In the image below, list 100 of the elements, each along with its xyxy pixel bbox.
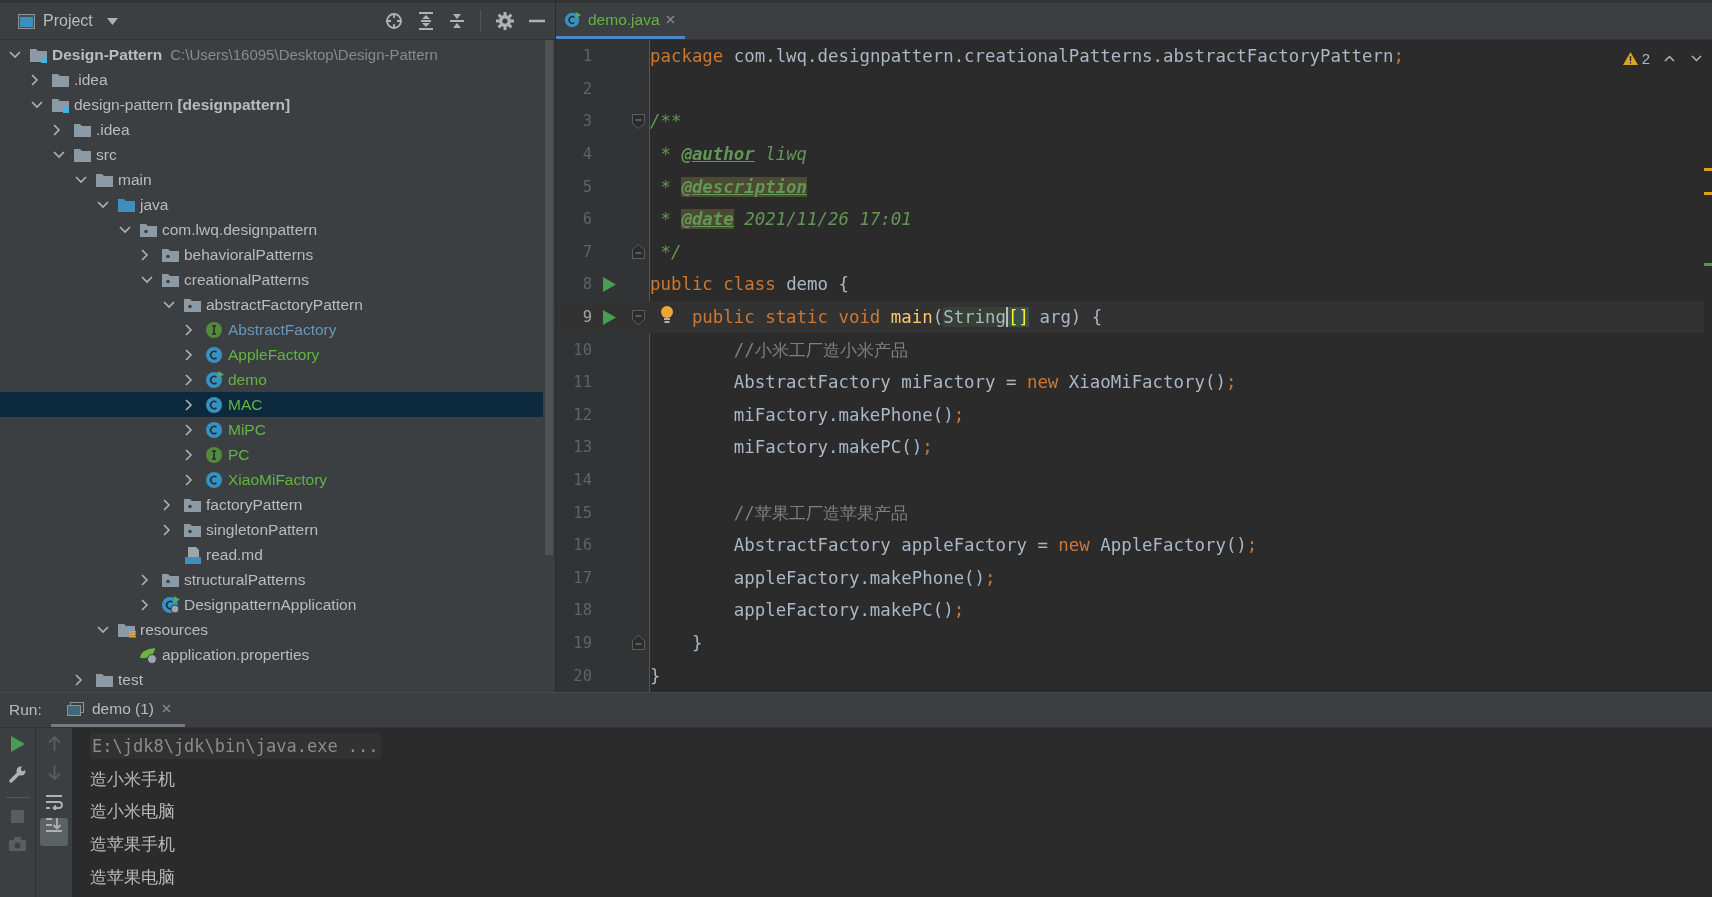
tree-item-label[interactable]: DesignpatternApplication	[184, 595, 357, 614]
tree-item-label[interactable]: MAC	[228, 395, 263, 414]
tree-item-label[interactable]: test	[118, 670, 143, 689]
chevron-right-icon[interactable]	[163, 498, 171, 511]
class-icon	[205, 345, 225, 364]
chevron-down-icon[interactable]	[97, 625, 109, 634]
tree-item-label[interactable]: resources	[140, 620, 209, 639]
chevron-right-icon[interactable]	[185, 373, 193, 386]
tree-item-label[interactable]: PC	[228, 445, 250, 464]
console-output: 造苹果手机	[90, 832, 175, 856]
run-tab[interactable]: demo (1)	[51, 693, 186, 727]
tree-item-label[interactable]: java	[140, 195, 169, 214]
tree-item-label[interactable]: AppleFactory	[228, 345, 320, 364]
tree-item-label[interactable]: .idea	[96, 120, 130, 139]
dropdown-caret-icon[interactable]	[106, 17, 118, 25]
warning-marker[interactable]	[1704, 168, 1712, 171]
warning-count[interactable]: 2	[1641, 50, 1650, 67]
code-line: }	[690, 633, 703, 653]
chevron-right-icon[interactable]	[31, 73, 39, 86]
chevron-right-icon[interactable]	[185, 323, 193, 336]
code-line: appleFactory.makePC();	[732, 600, 965, 621]
tree-item-highlight[interactable]: MAC	[0, 392, 543, 417]
code-line: miFactory.makePhone();	[732, 404, 965, 425]
scrollbar-thumb[interactable]	[545, 40, 553, 555]
wrench-icon[interactable]	[9, 766, 26, 783]
tree-item-label[interactable]: abstractFactoryPattern	[206, 295, 363, 314]
tree-item-label[interactable]: main	[118, 170, 152, 189]
chevron-right-icon[interactable]	[185, 473, 193, 486]
tree-item-label[interactable]: behavioralPatterns	[184, 245, 314, 264]
locate-icon[interactable]	[385, 12, 403, 30]
run-icon[interactable]	[10, 736, 25, 752]
chevron-down-icon[interactable]	[97, 200, 109, 209]
interface-icon	[205, 320, 225, 339]
tree-item-label[interactable]: AbstractFactory	[228, 320, 337, 339]
warning-icon[interactable]	[1622, 52, 1638, 65]
change-marker[interactable]	[1704, 263, 1712, 266]
path-hint: C:\Users\16095\Desktop\Design-Pattern	[170, 46, 438, 63]
chevron-right-icon[interactable]	[163, 523, 171, 536]
panel-title[interactable]: Project	[43, 12, 93, 30]
tree-item-label[interactable]: structuralPatterns	[184, 570, 306, 589]
code-line: * @author liwq	[659, 144, 808, 165]
scroll-to-end-icon	[45, 817, 63, 833]
run-icon[interactable]	[602, 276, 616, 292]
close-icon[interactable]	[665, 15, 675, 24]
chevron-down-icon[interactable]	[141, 275, 153, 284]
tree-item-label[interactable]: src	[96, 145, 117, 164]
tree-item-label[interactable]: com.lwq.designpattern	[162, 220, 318, 239]
chevron-right-icon[interactable]	[185, 398, 193, 411]
tree-item-label[interactable]: singletonPattern	[206, 520, 319, 539]
tree-item-label[interactable]: application.properties	[162, 645, 310, 664]
previous-icon[interactable]	[1664, 55, 1675, 62]
chevron-down-icon[interactable]	[75, 175, 87, 184]
console-output: 造小米手机	[90, 767, 175, 791]
class-icon	[205, 470, 225, 489]
chevron-right-icon[interactable]	[185, 348, 193, 361]
chevron-right-icon[interactable]	[53, 123, 61, 136]
chevron-right-icon[interactable]	[141, 573, 149, 586]
minimize-icon[interactable]	[529, 19, 545, 23]
collapse-all-icon[interactable]	[449, 12, 465, 30]
chevron-right-icon[interactable]	[141, 598, 149, 611]
code-line: /**	[650, 111, 682, 132]
console-output: 造小米电脑	[90, 800, 175, 824]
chevron-right-icon[interactable]	[75, 673, 83, 686]
markdown-file-icon	[183, 545, 203, 564]
code-line: package com.lwq.designpattern.creationalPatterns.abstractFactoryPattern;	[650, 46, 1404, 67]
runnable-class-icon	[205, 370, 225, 389]
tree-item-label[interactable]: MiPC	[228, 420, 266, 439]
tree-item-label[interactable]: XiaoMiFactory	[228, 470, 328, 489]
code-line: AbstractFactory appleFactory = new AppleFactory();	[732, 535, 1258, 556]
tree-item-label[interactable]: factoryPattern	[206, 495, 303, 514]
app-class-icon	[161, 595, 181, 614]
next-icon[interactable]	[1691, 55, 1702, 62]
class-icon	[205, 420, 225, 439]
console-output: 造苹果电脑	[90, 865, 175, 889]
chevron-right-icon[interactable]	[185, 448, 193, 461]
warning-marker[interactable]	[1704, 192, 1712, 195]
chevron-right-icon[interactable]	[185, 423, 193, 436]
expand-all-icon[interactable]	[418, 12, 434, 30]
chevron-right-icon[interactable]	[141, 248, 149, 261]
class-icon	[205, 395, 225, 414]
chevron-down-icon[interactable]	[9, 50, 21, 59]
lightbulb-icon[interactable]	[660, 304, 674, 324]
tree-item-label[interactable]: Design-Pattern	[52, 45, 163, 64]
soft-wrap-icon[interactable]	[45, 794, 63, 810]
chevron-down-icon[interactable]	[53, 150, 65, 159]
code-line: }	[650, 665, 661, 686]
tree-item-label[interactable]: design-pattern [designpattern]	[74, 95, 291, 114]
chevron-down-icon[interactable]	[31, 100, 43, 109]
close-icon[interactable]	[162, 704, 172, 713]
tree-item-label[interactable]: read.md	[206, 545, 263, 564]
tree-item-label[interactable]: creationalPatterns	[184, 270, 309, 289]
run-icon[interactable]	[602, 309, 616, 325]
tree-item-label[interactable]: demo	[228, 370, 267, 389]
scroll-to-end-button[interactable]	[40, 818, 68, 846]
interface-icon	[205, 445, 225, 464]
code-line: //小米工厂造小米产品	[732, 338, 908, 362]
chevron-down-icon[interactable]	[163, 300, 175, 309]
chevron-down-icon[interactable]	[119, 225, 131, 234]
settings-icon[interactable]	[496, 12, 514, 30]
tree-item-label[interactable]: .idea	[74, 70, 108, 89]
